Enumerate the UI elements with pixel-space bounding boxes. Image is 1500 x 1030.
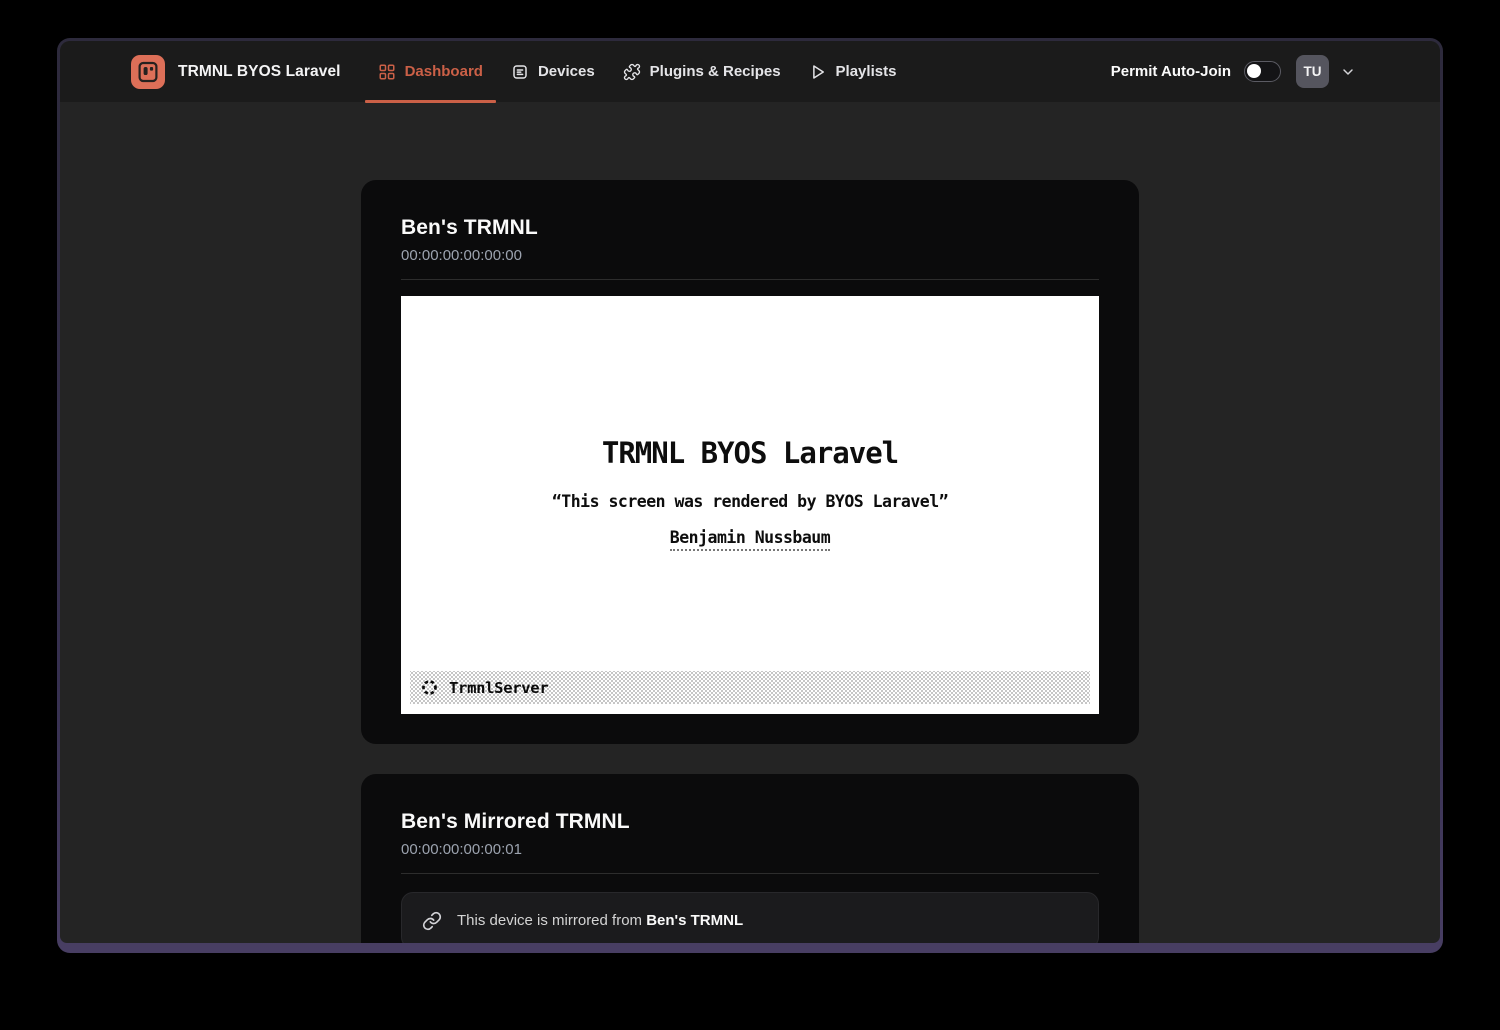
play-icon [809, 63, 827, 81]
permit-auto-join-toggle[interactable] [1244, 61, 1281, 82]
mirror-notice-text: This device is mirrored from Ben's TRMNL [457, 912, 743, 929]
dashboard-content: Ben's TRMNL 00:00:00:00:00:00 TRMNL BYOS… [60, 103, 1440, 943]
device-card-bens-trmnl: Ben's TRMNL 00:00:00:00:00:00 TRMNL BYOS… [361, 180, 1139, 744]
app-window: TRMNL BYOS Laravel Dashboard Devices [57, 38, 1443, 953]
spinner-icon [420, 678, 439, 697]
mirror-notice: This device is mirrored from Ben's TRMNL [401, 892, 1099, 943]
chevron-down-icon [1340, 64, 1356, 80]
device-card-bens-mirrored-trmnl: Ben's Mirrored TRMNL 00:00:00:00:00:01 T… [361, 774, 1139, 943]
card-divider [401, 873, 1099, 874]
device-list-icon [511, 63, 529, 81]
statusbar-label: TrmnlServer [449, 679, 548, 697]
toggle-knob [1247, 64, 1261, 78]
mirror-text-prefix: This device is mirrored from [457, 912, 646, 929]
screen-author-link: Benjamin Nussbaum [670, 528, 830, 551]
device-name: Ben's Mirrored TRMNL [401, 810, 1099, 834]
avatar-initials: TU [1304, 64, 1322, 79]
brand[interactable]: TRMNL BYOS Laravel [131, 55, 341, 89]
trmnl-logo-icon [131, 55, 165, 89]
link-icon [422, 911, 442, 931]
nav-label-devices: Devices [538, 63, 595, 80]
puzzle-icon [623, 63, 641, 81]
grid-icon [378, 63, 396, 81]
permit-auto-join-label: Permit Auto-Join [1111, 63, 1231, 80]
brand-title: TRMNL BYOS Laravel [178, 63, 341, 81]
nav-item-dashboard[interactable]: Dashboard [365, 41, 496, 103]
nav-item-devices[interactable]: Devices [498, 41, 608, 103]
nav-label-dashboard: Dashboard [405, 63, 483, 80]
nav-label-plugins-recipes: Plugins & Recipes [650, 63, 781, 80]
topbar-right: Permit Auto-Join TU [1111, 55, 1356, 88]
topbar: TRMNL BYOS Laravel Dashboard Devices [60, 41, 1440, 103]
screen-title: TRMNL BYOS Laravel [401, 296, 1099, 470]
device-name: Ben's TRMNL [401, 216, 1099, 240]
card-divider [401, 279, 1099, 280]
screen-statusbar: TrmnlServer [410, 671, 1090, 704]
screen-quote: “This screen was rendered by BYOS Larave… [401, 492, 1099, 511]
main-nav: Dashboard Devices Plugins & Recipes [364, 41, 911, 103]
device-screen-preview: TRMNL BYOS Laravel “This screen was rend… [401, 296, 1099, 714]
screen-author-row: Benjamin Nussbaum [401, 528, 1099, 551]
device-mac-address: 00:00:00:00:00:01 [401, 841, 1099, 858]
user-menu-caret[interactable] [1340, 64, 1356, 80]
nav-item-plugins-recipes[interactable]: Plugins & Recipes [610, 41, 794, 103]
user-avatar[interactable]: TU [1296, 55, 1329, 88]
device-mac-address: 00:00:00:00:00:00 [401, 247, 1099, 264]
nav-label-playlists: Playlists [836, 63, 897, 80]
nav-item-playlists[interactable]: Playlists [796, 41, 910, 103]
mirror-source-device: Ben's TRMNL [646, 912, 743, 929]
app-window-inner: TRMNL BYOS Laravel Dashboard Devices [60, 41, 1440, 943]
